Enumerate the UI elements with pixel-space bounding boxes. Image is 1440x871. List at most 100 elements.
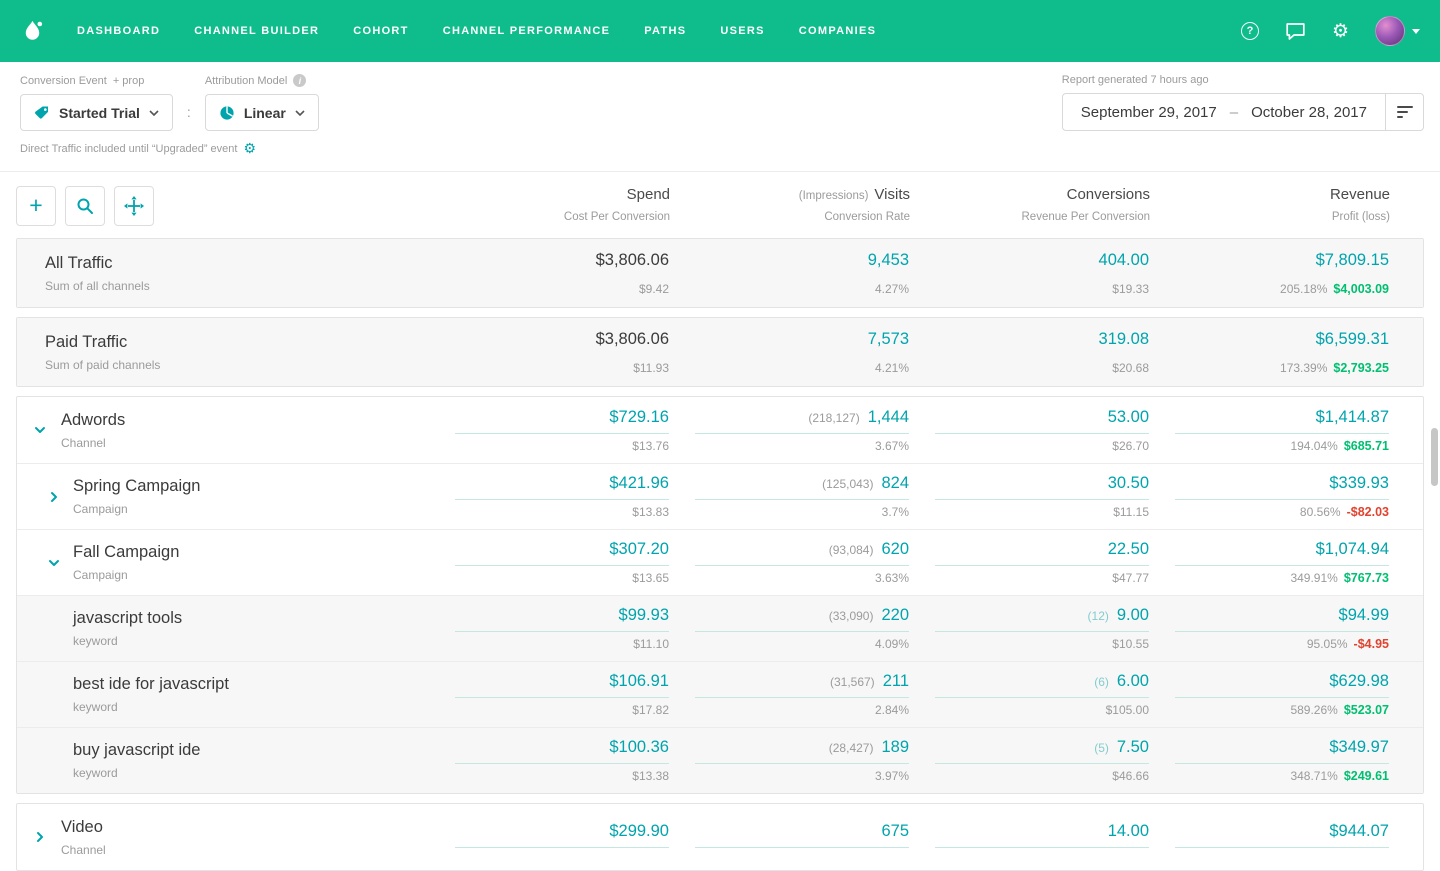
date-start: September 29, 2017 <box>1081 104 1217 121</box>
report-options-button[interactable] <box>1386 93 1424 131</box>
top-nav: DASHBOARD CHANNEL BUILDER COHORT CHANNEL PE… <box>0 0 1440 62</box>
visits-value[interactable]: 9,453 <box>868 251 909 269</box>
table-row: Paid TrafficSum of paid channels$3,806.0… <box>17 318 1423 386</box>
revenue-value[interactable]: $944.07 <box>1329 822 1389 840</box>
conversions-value[interactable]: 6.00 <box>1117 672 1149 690</box>
nav-item-users[interactable]: USERS <box>720 25 764 37</box>
row-title[interactable]: Fall Campaign <box>73 543 429 562</box>
conversions-value[interactable]: 22.50 <box>1108 540 1149 558</box>
conversions-value[interactable]: 7.50 <box>1117 738 1149 756</box>
table-row: Video Channel $299.90 675 14.00 $944.07 <box>17 804 1423 870</box>
nav-item-dashboard[interactable]: DASHBOARD <box>77 25 160 37</box>
visits-value[interactable]: 824 <box>881 474 909 492</box>
avatar[interactable] <box>1375 16 1405 46</box>
chevron-right-icon[interactable] <box>33 830 47 844</box>
spend-value[interactable]: $307.20 <box>609 540 669 558</box>
nav-item-companies[interactable]: COMPANIES <box>799 25 877 37</box>
account-menu[interactable] <box>1375 16 1420 46</box>
conversions-value[interactable]: 14.00 <box>1108 822 1149 840</box>
table-row: best ide for javascriptkeyword$106.91$17… <box>17 661 1423 727</box>
row-title[interactable]: buy javascript ide <box>73 741 429 760</box>
pie-chart-icon <box>219 105 235 121</box>
conversions-value[interactable]: 9.00 <box>1117 606 1149 624</box>
revenue-value[interactable]: $7,809.15 <box>1316 251 1389 269</box>
visits-value[interactable]: 220 <box>881 606 909 624</box>
spend-value[interactable]: $299.90 <box>609 822 669 840</box>
chat-icon[interactable] <box>1285 22 1306 41</box>
revenue-value[interactable]: $349.97 <box>1329 738 1389 756</box>
spend-cell: $307.20$13.65 <box>429 540 669 585</box>
revenue-value[interactable]: $629.98 <box>1329 672 1389 690</box>
spend-value[interactable]: $106.91 <box>609 672 669 690</box>
row-title[interactable]: All Traffic <box>45 254 429 273</box>
add-channel-button[interactable]: + <box>16 186 56 226</box>
revenue-value[interactable]: $1,074.94 <box>1316 540 1389 558</box>
profit-value: $4,003.09 <box>1333 282 1389 296</box>
gear-icon[interactable]: ⚙ <box>1332 22 1349 41</box>
chevron-down-icon[interactable] <box>33 423 47 437</box>
conversion-event-dropdown[interactable]: Started Trial <box>20 94 173 131</box>
revenue-value[interactable]: $6,599.31 <box>1316 330 1389 348</box>
spend-value[interactable]: $100.36 <box>609 738 669 756</box>
visits-value[interactable]: 675 <box>881 822 909 840</box>
nav-item-cohort[interactable]: COHORT <box>353 25 408 37</box>
revenue-value[interactable]: $1,414.87 <box>1316 408 1389 426</box>
settings-gear-icon[interactable]: ⚙ <box>243 140 256 157</box>
search-button[interactable] <box>65 186 105 226</box>
visits-value[interactable]: 1,444 <box>868 408 909 426</box>
table-row: javascript toolskeyword$99.93$11.10(33,0… <box>17 595 1423 661</box>
row-title[interactable]: Video <box>61 818 429 837</box>
visits-value[interactable]: 7,573 <box>868 330 909 348</box>
table-row: buy javascript idekeyword$100.36$13.38(2… <box>17 727 1423 793</box>
row-title[interactable]: Spring Campaign <box>73 477 429 496</box>
nav-item-channel-builder[interactable]: CHANNEL BUILDER <box>194 25 319 37</box>
visits-value[interactable]: 211 <box>883 672 909 690</box>
row-title[interactable]: Paid Traffic <box>45 333 429 352</box>
conversions-value[interactable]: 30.50 <box>1108 474 1149 492</box>
visits-value[interactable]: 189 <box>881 738 909 756</box>
conversions-value[interactable]: 404.00 <box>1099 251 1149 269</box>
row-title[interactable]: best ide for javascript <box>73 675 429 694</box>
row-sublabel: Channel <box>61 843 429 857</box>
row-title[interactable]: javascript tools <box>73 609 429 628</box>
chevron-down-icon[interactable] <box>47 556 61 570</box>
nav-item-channel-performance[interactable]: CHANNEL PERFORMANCE <box>443 25 611 37</box>
table-row: Fall CampaignCampaign$307.20$13.65(93,08… <box>17 529 1423 595</box>
nav-item-paths[interactable]: PATHS <box>644 25 686 37</box>
date-end: October 28, 2017 <box>1251 104 1367 121</box>
profit-value: $2,793.25 <box>1333 361 1389 375</box>
revenue-value[interactable]: $339.93 <box>1329 474 1389 492</box>
profit-value: $685.71 <box>1344 439 1389 453</box>
profit-percent: 348.71% <box>1290 769 1337 783</box>
visits-sub-value: 4.09% <box>669 637 909 651</box>
row-title[interactable]: Adwords <box>61 411 429 430</box>
conversions-value[interactable]: 53.00 <box>1108 408 1149 426</box>
vertical-scrollbar[interactable] <box>1431 428 1438 486</box>
add-prop-link[interactable]: + prop <box>113 75 145 87</box>
row-sublabel: Campaign <box>73 502 429 516</box>
visits-sub-value: 2.84% <box>669 703 909 717</box>
revenue-value[interactable]: $94.99 <box>1339 606 1389 624</box>
spend-cell: $3,806.06$11.93 <box>429 330 669 375</box>
spend-sub-value: $13.38 <box>429 769 669 783</box>
attribution-logo[interactable] <box>20 19 45 44</box>
attribution-model-dropdown[interactable]: Linear <box>205 94 319 131</box>
reorder-button[interactable] <box>114 186 154 226</box>
help-icon[interactable]: ? <box>1241 22 1259 40</box>
spend-value[interactable]: $729.16 <box>609 408 669 426</box>
profit-value: $767.73 <box>1344 571 1389 585</box>
spend-sub-value: $11.93 <box>429 361 669 375</box>
chevron-right-icon[interactable] <box>47 490 61 504</box>
spend-value[interactable]: $99.93 <box>619 606 669 624</box>
date-range-picker[interactable]: September 29, 2017 – October 28, 2017 <box>1062 93 1386 131</box>
visits-cell: (218,127)1,4443.67% <box>669 408 909 453</box>
chevron-down-icon <box>295 110 305 116</box>
row-sublabel: keyword <box>73 700 429 714</box>
visits-sub-value: 3.97% <box>669 769 909 783</box>
conversions-value[interactable]: 319.08 <box>1099 330 1149 348</box>
info-icon[interactable]: i <box>293 74 306 87</box>
revenue-cell: $944.07 <box>1149 822 1389 853</box>
spend-value[interactable]: $421.96 <box>609 474 669 492</box>
date-separator: – <box>1230 104 1238 121</box>
visits-value[interactable]: 620 <box>881 540 909 558</box>
